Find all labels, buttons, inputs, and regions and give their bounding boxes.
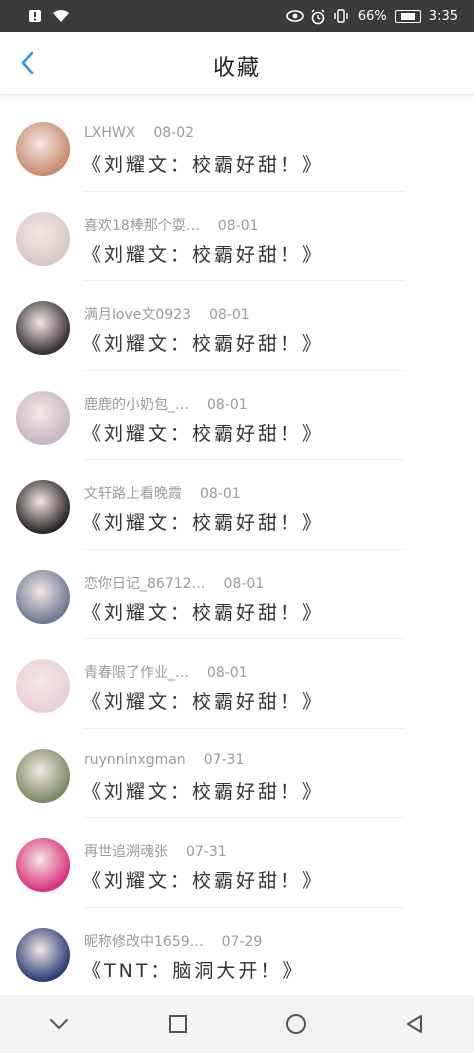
favorites-list: LXHWX 08-02 《刘耀文：校霸好甜！》 喜欢18棒那个耍… 08-01 《刘耀文：… — [0, 102, 474, 997]
alarm-icon — [310, 9, 326, 25]
nav-home-button[interactable] — [276, 1004, 316, 1044]
item-meta: 青春限了作业_… 08-01 — [84, 662, 248, 682]
author-name[interactable]: 青春限了作业_… — [84, 665, 189, 681]
list-item[interactable]: 青春限了作业_… 08-01 《刘耀文：校霸好甜！》 — [0, 639, 474, 729]
item-meta: 满月love文0923 08-01 — [84, 304, 250, 324]
battery-percent: 66% — [357, 8, 387, 24]
author-name[interactable]: 鹿鹿的小奶包_… — [84, 397, 189, 413]
item-meta: ruynninxgman 07-31 — [84, 752, 244, 768]
status-bar: 66% 3:35 — [0, 0, 474, 32]
status-bar-left — [28, 9, 69, 23]
avatar[interactable] — [16, 301, 70, 355]
author-name[interactable]: 恋你日记_86712… — [84, 576, 206, 592]
page-title: 收藏 — [212, 56, 261, 81]
story-title[interactable]: 《刘耀文：校霸好甜！》 — [82, 329, 324, 356]
item-meta: 喜欢18棒那个耍… 08-01 — [84, 215, 259, 235]
story-title[interactable]: 《刘耀文：校霸好甜！》 — [82, 687, 324, 714]
item-meta: 鹿鹿的小奶包_… 08-01 — [84, 394, 248, 414]
item-meta: LXHWX 08-02 — [84, 125, 194, 141]
author-name[interactable]: ruynninxgman — [84, 752, 186, 768]
wifi-icon — [52, 9, 69, 23]
avatar[interactable] — [16, 748, 70, 803]
list-item[interactable]: 满月love文0923 08-01 《刘耀文：校霸好甜！》 — [0, 281, 474, 371]
nav-recents-button[interactable] — [158, 1004, 198, 1044]
item-meta: 恋你日记_86712… 08-01 — [84, 573, 264, 593]
item-date: 08-01 — [200, 486, 241, 502]
eye-icon — [286, 9, 304, 23]
status-time: 3:35 — [428, 8, 458, 24]
item-meta: 再世追溯魂张 07-31 — [84, 841, 227, 861]
story-title[interactable]: 《刘耀文：校霸好甜！》 — [82, 598, 324, 625]
story-title[interactable]: 《刘耀文：校霸好甜！》 — [82, 150, 324, 177]
author-name[interactable]: 喜欢18棒那个耍… — [84, 218, 200, 234]
avatar[interactable] — [16, 122, 70, 176]
alert-icon — [28, 9, 44, 23]
list-item[interactable]: 昵称修改中1659… 07-29 《TNT：脑洞大开！》 — [0, 908, 474, 998]
author-name[interactable]: 文轩路上看晚霞 — [84, 486, 182, 502]
header: 收藏 — [0, 32, 474, 95]
story-title[interactable]: 《刘耀文：校霸好甜！》 — [82, 508, 324, 535]
avatar[interactable] — [16, 927, 70, 982]
avatar[interactable] — [16, 659, 70, 713]
list-item[interactable]: 文轩路上看晚霞 08-01 《刘耀文：校霸好甜！》 — [0, 460, 474, 550]
item-date: 07-31 — [186, 844, 227, 860]
story-title[interactable]: 《TNT：脑洞大开！》 — [82, 956, 304, 983]
system-nav-bar — [0, 995, 474, 1053]
author-name[interactable]: LXHWX — [84, 125, 135, 141]
chevron-down-icon — [50, 1019, 69, 1030]
story-title[interactable]: 《刘耀文：校霸好甜！》 — [82, 419, 324, 446]
avatar[interactable] — [16, 211, 70, 266]
list-item[interactable]: 鹿鹿的小奶包_… 08-01 《刘耀文：校霸好甜！》 — [0, 371, 474, 461]
avatar[interactable] — [16, 480, 70, 534]
nav-back-icon — [406, 1015, 422, 1033]
list-item[interactable]: 喜欢18棒那个耍… 08-01 《刘耀文：校霸好甜！》 — [0, 192, 474, 282]
story-title[interactable]: 《刘耀文：校霸好甜！》 — [82, 777, 324, 804]
item-date: 08-01 — [223, 575, 265, 592]
item-date: 08-01 — [217, 217, 259, 234]
author-name[interactable]: 昵称修改中1659… — [84, 934, 204, 950]
item-meta: 文轩路上看晚霞 08-01 — [84, 483, 241, 503]
item-date: 08-02 — [153, 125, 195, 141]
nav-home-icon — [286, 1014, 307, 1034]
item-date: 08-01 — [207, 396, 248, 413]
item-date: 08-01 — [208, 307, 250, 323]
item-date: 07-31 — [203, 751, 245, 768]
item-date: 07-29 — [221, 933, 263, 950]
author-name[interactable]: 再世追溯魂张 — [84, 844, 168, 860]
avatar[interactable] — [16, 569, 70, 624]
status-bar-right: 66% 3:35 — [286, 8, 458, 25]
nav-recents-icon — [168, 1015, 187, 1033]
battery-icon — [394, 9, 421, 23]
story-title[interactable]: 《刘耀文：校霸好甜！》 — [82, 240, 324, 267]
list-item[interactable]: LXHWX 08-02 《刘耀文：校霸好甜！》 — [0, 102, 474, 192]
author-name[interactable]: 满月love文0923 — [84, 307, 191, 323]
nav-back-button[interactable] — [395, 1004, 435, 1044]
story-title[interactable]: 《刘耀文：校霸好甜！》 — [82, 866, 324, 893]
vibrate-icon — [334, 9, 350, 23]
list-item[interactable]: 恋你日记_86712… 08-01 《刘耀文：校霸好甜！》 — [0, 550, 474, 640]
avatar[interactable] — [16, 390, 70, 445]
list-item[interactable]: 再世追溯魂张 07-31 《刘耀文：校霸好甜！》 — [0, 818, 474, 908]
item-date: 08-01 — [207, 665, 248, 681]
avatar[interactable] — [16, 838, 70, 892]
nav-collapse-button[interactable] — [39, 1004, 79, 1044]
list-item[interactable]: ruynninxgman 07-31 《刘耀文：校霸好甜！》 — [0, 729, 474, 819]
item-meta: 昵称修改中1659… 07-29 — [84, 931, 262, 951]
